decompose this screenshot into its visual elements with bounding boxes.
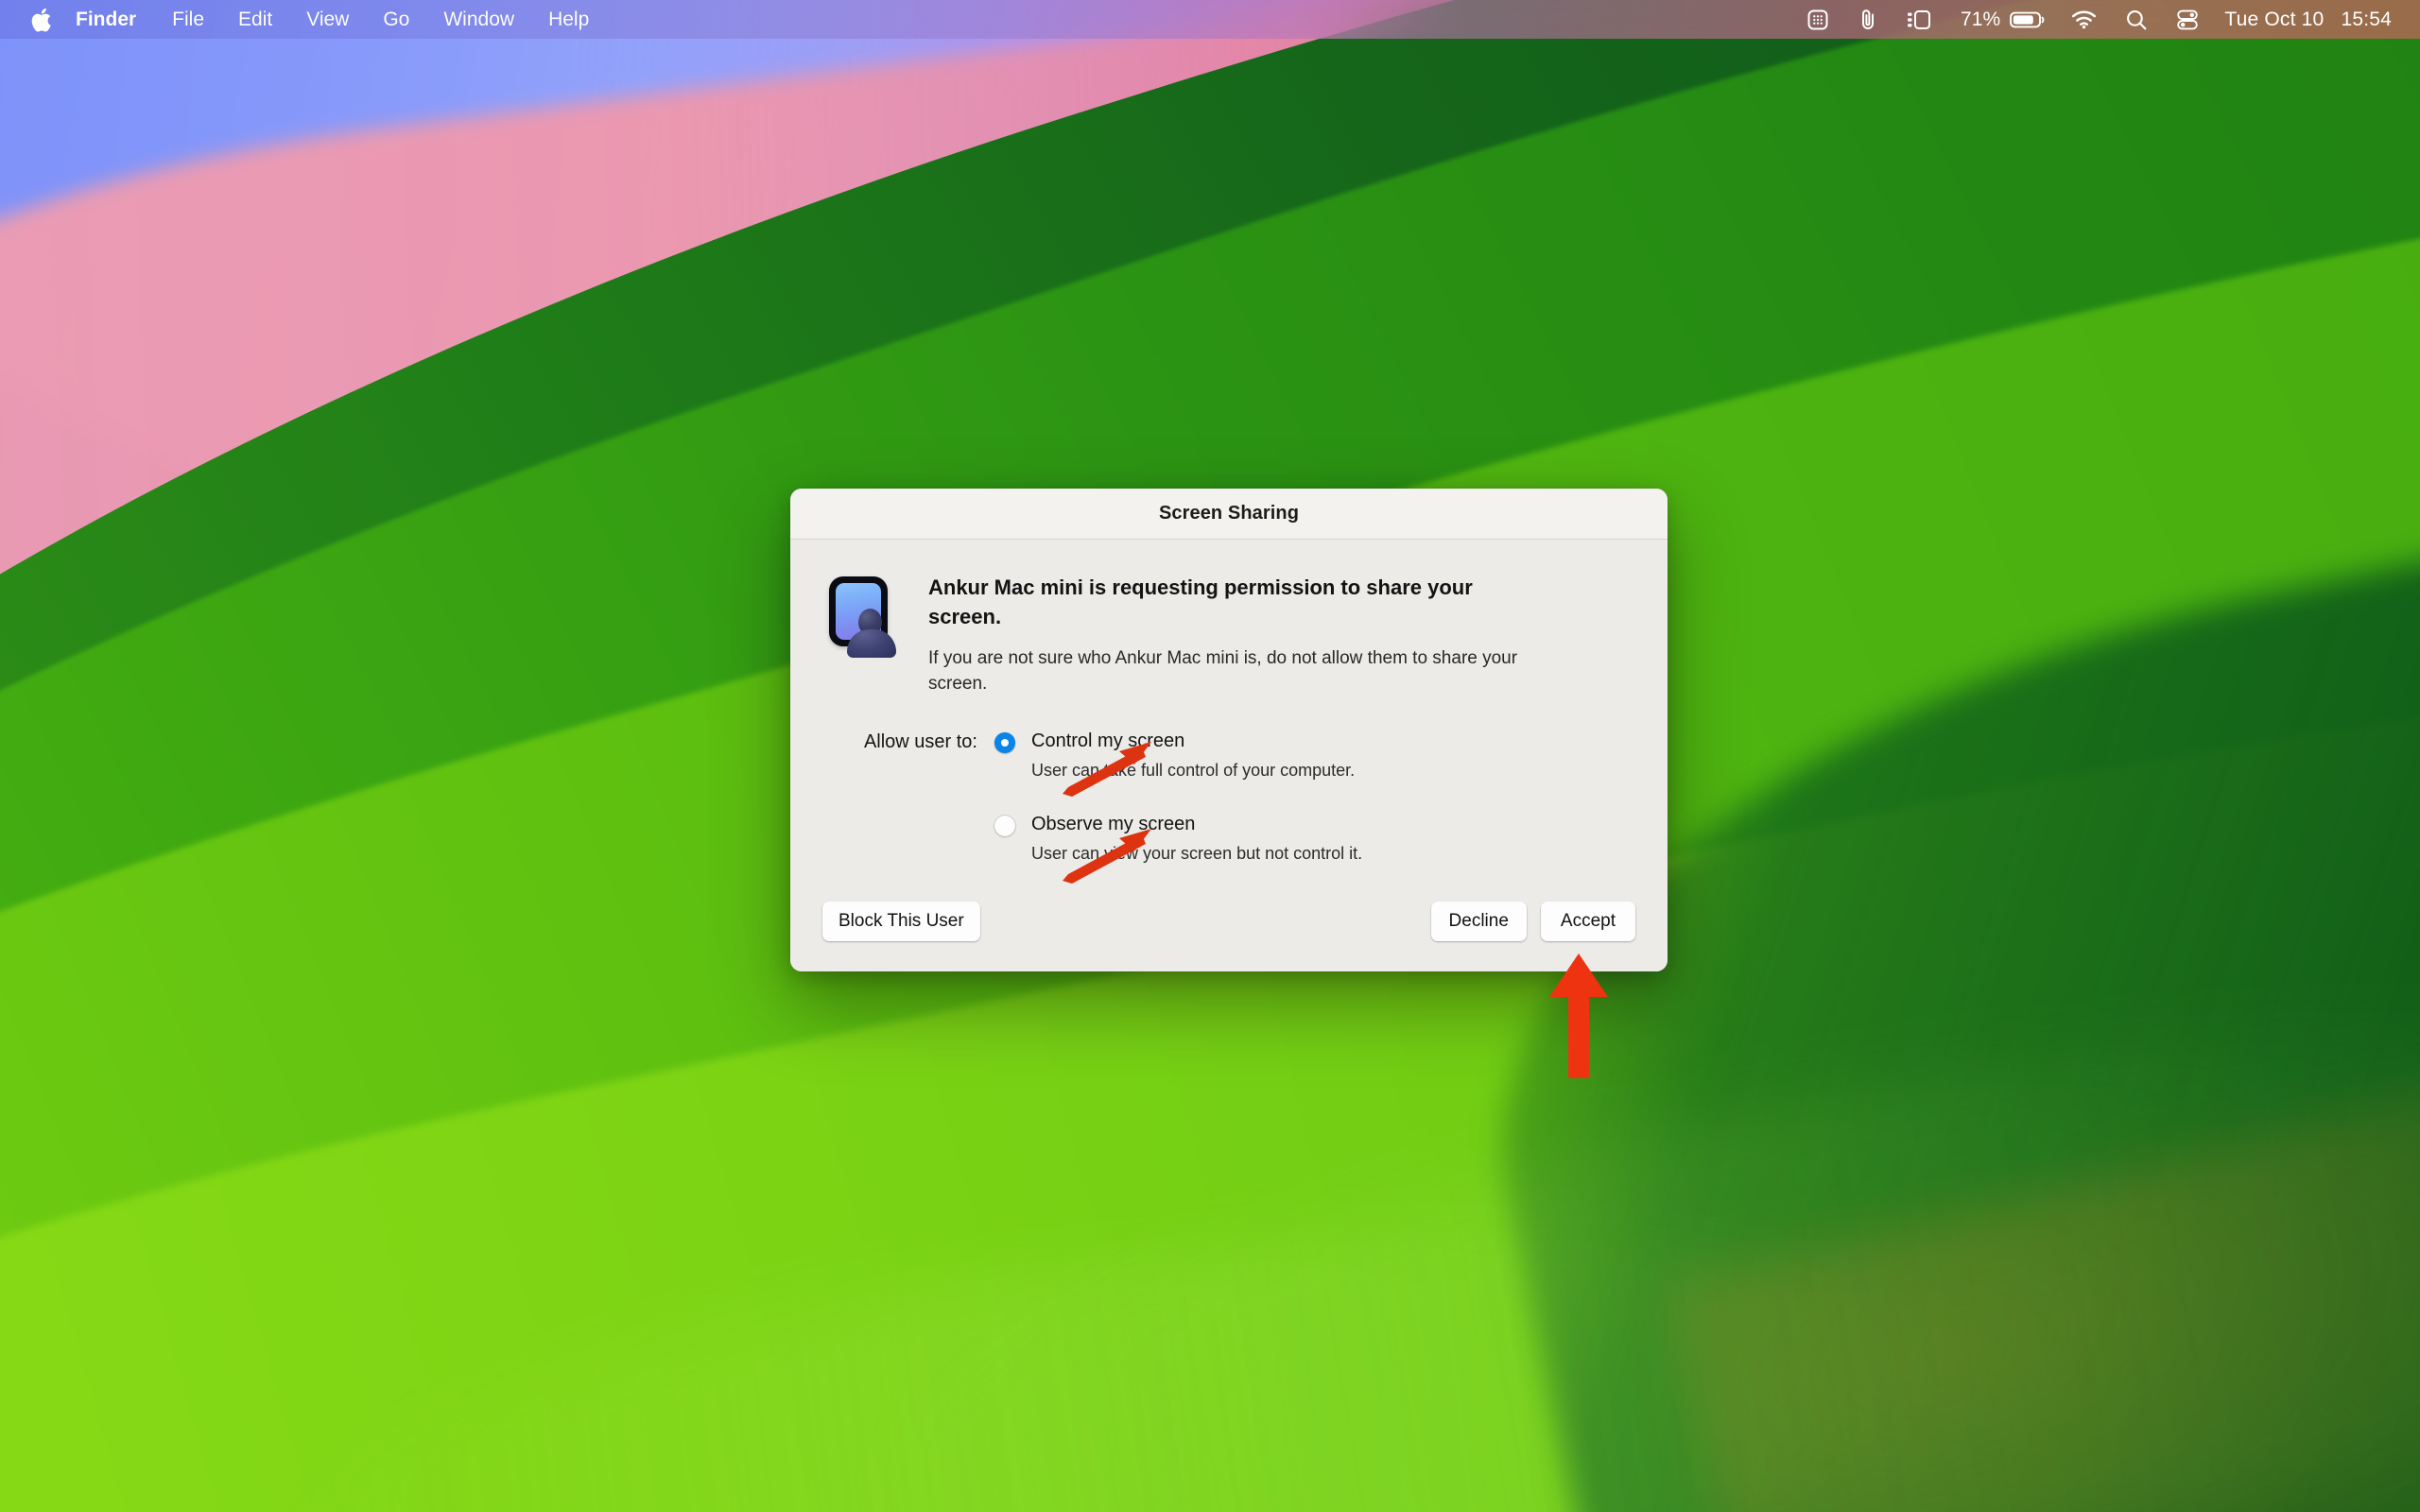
dialog-subtext: If you are not sure who Ankur Mac mini i… [928,648,1518,695]
allow-user-to-label: Allow user to: [863,731,977,753]
block-this-user-button[interactable]: Block This User [822,902,980,941]
paperclip-icon[interactable] [1843,0,1893,39]
control-center-icon[interactable] [2162,0,2213,39]
radio-label-control-my-screen: Control my screen [1031,730,1185,752]
accept-button[interactable]: Accept [1540,902,1635,941]
dialog-headline: Ankur Mac mini is requesting permission … [928,576,1473,629]
menu-item-finder[interactable]: Finder [62,8,155,31]
permission-options-section: Allow user to: Control my screen User ca… [822,730,1635,864]
screen-sharing-icon-person-body [847,629,896,658]
wifi-icon[interactable] [2057,0,2111,39]
radio-option-control-my-screen[interactable]: Control my screen User can take full con… [994,730,1635,782]
menu-item-file[interactable]: File [155,8,221,31]
clock-date: Tue Oct 10 [2224,8,2325,30]
radio-button-observe-my-screen[interactable] [994,816,1015,836]
menu-item-edit[interactable]: Edit [221,8,289,31]
dialog-primary-buttons: Decline Accept [1430,902,1635,941]
menu-bar-clock[interactable]: Tue Oct 10 15:54 [2213,9,2392,31]
stage-manager-icon[interactable] [1893,0,1945,39]
dialog-titlebar: Screen Sharing [790,489,1668,540]
screen-sharing-icon [822,575,902,658]
radio-option-observe-my-screen[interactable]: Observe my screen User can view your scr… [994,813,1635,865]
menu-item-view[interactable]: View [289,8,366,31]
dialog-header-text: Ankur Mac mini is requesting permission … [928,571,1635,697]
radio-button-control-my-screen[interactable] [994,732,1015,754]
radio-label-observe-my-screen: Observe my screen [1031,814,1196,834]
keypad-grid-icon[interactable] [1792,0,1843,39]
menu-item-go[interactable]: Go [366,8,426,31]
menu-bar-left-items: Finder File Edit View Go Window Help [0,7,606,33]
macos-menu-bar: Finder File Edit View Go Window Help 71%… [0,0,2420,39]
dialog-button-row: Block This User Decline Accept [822,902,1635,941]
radio-description-observe-my-screen: User can view your screen but not contro… [1031,844,1363,863]
screen-sharing-dialog: Screen Sharing Ankur Mac mini is request… [790,489,1668,971]
battery-status-group[interactable]: 71% [1945,9,2057,31]
clock-time: 15:54 [2341,8,2392,30]
dialog-header-row: Ankur Mac mini is requesting permission … [822,571,1635,697]
permission-options-row: Allow user to: Control my screen User ca… [822,730,1635,864]
menu-bar-status-items: 71% Tue Oct 10 15:54 [1792,0,2420,39]
menu-item-help[interactable]: Help [531,8,606,31]
decline-button[interactable]: Decline [1430,902,1527,941]
dialog-title: Screen Sharing [1158,503,1300,524]
search-icon[interactable] [2111,0,2162,39]
menu-item-window[interactable]: Window [426,8,531,31]
dialog-body: Ankur Mac mini is requesting permission … [790,540,1668,971]
radio-description-control-my-screen: User can take full control of your compu… [1031,761,1356,781]
radio-option-observe-texts: Observe my screen User can view your scr… [1015,813,1362,865]
radio-options-column: Control my screen User can take full con… [994,730,1635,864]
battery-icon [2010,11,2045,27]
battery-percentage: 71% [1960,8,2001,30]
apple-logo-icon[interactable] [26,7,59,33]
radio-option-control-texts: Control my screen User can take full con… [1015,730,1355,782]
